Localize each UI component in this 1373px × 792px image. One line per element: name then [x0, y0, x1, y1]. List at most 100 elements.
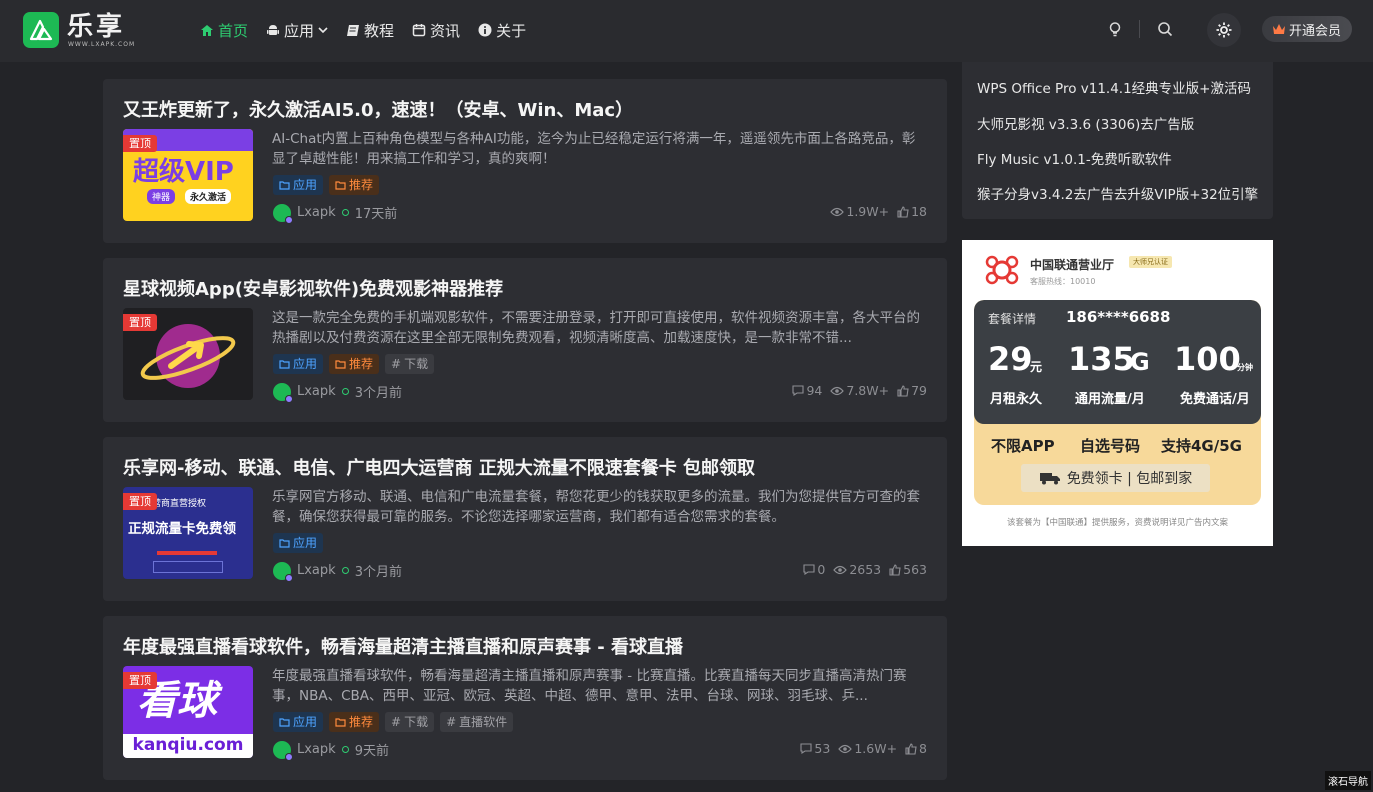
corner-label[interactable]: 滚石导航: [1325, 771, 1371, 790]
theme-toggle-button[interactable]: [1207, 13, 1241, 47]
nav-apps[interactable]: 应用: [266, 18, 328, 42]
tag-download[interactable]: # 下载: [385, 354, 435, 374]
tag-download[interactable]: # 下载: [385, 712, 435, 732]
tag-label: 应用: [293, 357, 318, 371]
sidebar-item[interactable]: Fly Music v1.0.1-免费听歌软件: [977, 150, 1262, 170]
post-excerpt: 乐享网官方移动、联通、电信和广电流量套餐，帮您花更少的钱获取更多的流量。我们为您…: [272, 489, 920, 525]
eye-icon: [830, 386, 845, 395]
ad-data-unit: G: [1130, 348, 1150, 376]
sidebar-item[interactable]: 猴子分身v3.4.2去广告去升级VIP版+32位引擎: [977, 185, 1262, 205]
folder-icon: [279, 718, 290, 727]
post-title[interactable]: 年度最强直播看球软件，畅看海量超清主播直播和原声赛事 - 看球直播: [123, 636, 683, 660]
author-name[interactable]: Lxapk: [297, 742, 336, 757]
ad-data: 135: [1068, 340, 1135, 378]
post-time: 17天前: [354, 207, 398, 222]
post-thumbnail[interactable]: 置顶: [123, 308, 253, 400]
post-card[interactable]: 星球视频App(安卓影视软件)免费观影神器推荐 置顶 这是一款完全免费的手机端观…: [103, 258, 947, 422]
avatar[interactable]: [273, 561, 293, 582]
post-time: 3个月前: [354, 386, 402, 401]
post-time: 3个月前: [354, 565, 402, 580]
unicom-logo-icon: [985, 255, 1019, 285]
site-logo[interactable]: 乐享 WWW.LXAPK.COM: [23, 12, 136, 52]
ad-minutes: 100: [1174, 340, 1241, 378]
logo-domain: WWW.LXAPK.COM: [68, 41, 136, 48]
nav-about[interactable]: 关于: [478, 18, 526, 42]
tag-label: 下载: [404, 357, 429, 371]
sidebar-ad-banner[interactable]: 中国联通营业厅 大师兄认证 客服热线：10010 套餐详情 186****668…: [962, 240, 1273, 546]
post-stats: 94 7.8W+ 79: [792, 383, 927, 398]
tag-app[interactable]: 应用: [273, 712, 324, 732]
post-title[interactable]: 又王炸更新了，永久激活AI5.0，速速！（安卓、Win、Mac）: [123, 99, 633, 123]
ad-feature-number: 自选号码: [1080, 437, 1141, 455]
verified-badge-icon: [285, 394, 293, 403]
ad-feature-app: 不限APP: [991, 437, 1055, 455]
verified-badge-icon: [285, 573, 293, 582]
author-name[interactable]: Lxapk: [297, 563, 336, 578]
sidebar-item[interactable]: WPS Office Pro v11.4.1经典专业版+激活码: [977, 79, 1262, 99]
post-card[interactable]: 乐享网-移动、联通、电信、广电四大运营商 正规大流量不限速套餐卡 包邮领取 运营…: [103, 437, 947, 601]
main-nav: 首页 应用 教程 资讯 关于: [200, 18, 526, 42]
folder-icon: [335, 181, 346, 190]
header-separator: [1139, 20, 1140, 38]
post-card[interactable]: 年度最强直播看球软件，畅看海量超清主播直播和原声赛事 - 看球直播 看球 kan…: [103, 616, 947, 780]
ad-plan-card: 套餐详情 186****6688 29 元 135 G 100 分钟 月租永久 …: [974, 300, 1261, 505]
tag-recommend[interactable]: 推荐: [329, 175, 380, 195]
ad-verified-badge: 大师兄认证: [1129, 256, 1172, 268]
top-header: 乐享 WWW.LXAPK.COM 首页 应用 教程 资讯 关于 开通会员: [0, 0, 1373, 62]
post-meta: Lxapk 3个月前: [273, 561, 402, 582]
comments-count: 53: [814, 741, 831, 756]
views-stat: 1.6W+: [838, 741, 897, 756]
avatar[interactable]: [273, 382, 293, 403]
folder-icon: [335, 718, 346, 727]
gear-icon: [1216, 22, 1232, 38]
tag-recommend[interactable]: 推荐: [329, 354, 380, 374]
avatar[interactable]: [273, 740, 293, 761]
tag-app[interactable]: 应用: [273, 533, 324, 553]
nav-home[interactable]: 首页: [200, 18, 248, 42]
comments-stat[interactable]: 94: [792, 383, 822, 398]
author-name[interactable]: Lxapk: [297, 205, 336, 220]
ad-cta-label: 免费领卡 | 包邮到家: [1066, 471, 1193, 487]
likes-stat[interactable]: 8: [905, 741, 927, 756]
vip-button[interactable]: 开通会员: [1262, 16, 1352, 42]
comments-stat[interactable]: 53: [800, 741, 830, 756]
ad-phone: 186****6688: [1066, 308, 1171, 326]
folder-icon: [335, 360, 346, 369]
info-icon: [478, 23, 492, 37]
ad-footer: 该套餐为【中国联通】提供服务，资费说明详见广告内文案: [1006, 518, 1228, 528]
tag-app[interactable]: 应用: [273, 354, 324, 374]
comment-icon: [803, 564, 815, 575]
views-stat: 7.8W+: [830, 383, 889, 398]
lightbulb-button[interactable]: [1104, 18, 1126, 40]
author-name[interactable]: Lxapk: [297, 384, 336, 399]
tag-label: 应用: [293, 178, 318, 192]
nav-news[interactable]: 资讯: [412, 18, 460, 42]
post-thumbnail[interactable]: 看球 kanqiu.com 置顶: [123, 666, 253, 758]
logo-mark-icon: [23, 12, 59, 48]
post-title[interactable]: 乐享网-移动、联通、电信、广电四大运营商 正规大流量不限速套餐卡 包邮领取: [123, 457, 755, 481]
pin-badge: 置顶: [123, 672, 157, 689]
post-title[interactable]: 星球视频App(安卓影视软件)免费观影神器推荐: [123, 278, 503, 302]
comments-stat[interactable]: 0: [803, 562, 825, 577]
thumbs-up-icon: [905, 742, 917, 755]
tag-recommend[interactable]: 推荐: [329, 712, 380, 732]
sidebar-item[interactable]: 大师兄影视 v3.3.6 (3306)去广告版: [977, 115, 1262, 135]
post-tags: 应用 推荐 # 下载 # 直播软件: [273, 712, 514, 732]
avatar[interactable]: [273, 203, 293, 224]
tag-app[interactable]: 应用: [273, 175, 324, 195]
folder-icon: [279, 360, 290, 369]
post-card[interactable]: 又王炸更新了，永久激活AI5.0，速速！（安卓、Win、Mac） 超级VIP 神…: [103, 79, 947, 243]
views-stat: 2653: [833, 562, 881, 577]
search-button[interactable]: [1154, 18, 1176, 40]
likes-stat[interactable]: 79: [897, 383, 927, 398]
post-thumbnail[interactable]: 运营商直营授权 正规流量卡免费领 置顶: [123, 487, 253, 579]
likes-stat[interactable]: 563: [889, 562, 927, 577]
eye-icon: [833, 565, 848, 574]
ad-price: 29: [988, 340, 1033, 378]
likes-stat[interactable]: 18: [897, 204, 927, 219]
post-thumbnail[interactable]: 超级VIP 神器 永久激活 置顶: [123, 129, 253, 221]
ad-cta-button[interactable]: 免费领卡 | 包邮到家: [1021, 464, 1210, 492]
nav-tutorials[interactable]: 教程: [346, 18, 394, 42]
pin-badge: 置顶: [123, 493, 157, 510]
tag-live[interactable]: # 直播软件: [440, 712, 514, 732]
